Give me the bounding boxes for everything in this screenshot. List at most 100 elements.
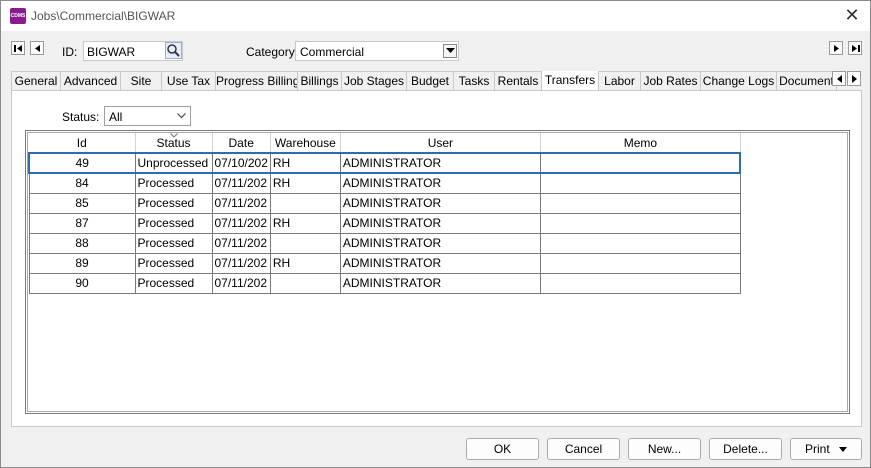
category-label: Category: <box>246 45 299 59</box>
title-bar: CDMS Jobs\Commercial\BIGWAR ✕ <box>1 1 870 31</box>
cell-warehouse: RH <box>269 252 341 274</box>
category-dropdown-button[interactable] <box>443 44 457 58</box>
tab-scroll-left-button[interactable] <box>832 71 846 86</box>
cell-warehouse <box>269 272 341 294</box>
cell-status: Processed <box>134 192 213 214</box>
tab-job-rates[interactable]: Job Rates <box>640 71 701 90</box>
cell-warehouse: RH <box>269 212 341 234</box>
table-row[interactable]: 90 Processed 07/11/202 ADMINISTRATOR <box>28 272 741 294</box>
cell-memo <box>539 192 741 214</box>
tab-scroll-right-button[interactable] <box>847 71 861 86</box>
chevron-down-icon <box>446 48 455 53</box>
cell-date: 07/11/202 <box>211 172 271 194</box>
cell-status: Processed <box>134 212 213 234</box>
cell-date: 07/11/202 <box>211 252 271 274</box>
table-row[interactable]: 87 Processed 07/11/202 RH ADMINISTRATOR <box>28 212 741 234</box>
cell-warehouse <box>269 192 341 214</box>
cell-warehouse: RH <box>269 152 341 174</box>
cell-date: 07/11/202 <box>211 232 271 254</box>
scroll-right-icon <box>852 75 857 83</box>
first-record-icon <box>14 45 22 52</box>
column-header-memo[interactable]: Memo <box>540 133 741 154</box>
transfers-grid-body: Id Status Date Warehouse User Memo 49 Un… <box>27 132 848 412</box>
next-record-icon <box>834 45 839 52</box>
cell-id: 89 <box>28 252 136 274</box>
column-header-user[interactable]: User <box>340 133 541 154</box>
cell-date: 07/11/202 <box>211 272 271 294</box>
tab-advanced[interactable]: Advanced <box>60 71 121 90</box>
magnifier-icon <box>167 44 180 57</box>
tab-site[interactable]: Site <box>120 71 162 90</box>
scroll-left-icon <box>837 75 842 83</box>
close-icon[interactable]: ✕ <box>844 6 860 24</box>
cell-status: Processed <box>134 232 213 254</box>
transfers-grid[interactable]: Id Status Date Warehouse User Memo 49 Un… <box>25 130 850 414</box>
cell-date: 07/10/202 <box>211 152 271 174</box>
category-value: Commercial <box>300 45 365 59</box>
column-header-id[interactable]: Id <box>29 133 136 154</box>
chevron-down-icon <box>177 113 186 119</box>
cell-warehouse <box>269 232 341 254</box>
category-select[interactable]: Commercial <box>295 41 459 61</box>
cell-user: ADMINISTRATOR <box>339 252 541 274</box>
cell-id: 88 <box>28 232 136 254</box>
column-header-date[interactable]: Date <box>212 133 271 154</box>
cell-status: Processed <box>134 172 213 194</box>
cell-status: Unprocessed <box>134 152 213 174</box>
tab-documents[interactable]: Document <box>776 71 837 90</box>
id-lookup-button[interactable] <box>165 42 182 59</box>
column-header-status[interactable]: Status <box>135 133 213 154</box>
tab-labor[interactable]: Labor <box>598 71 641 90</box>
next-record-button[interactable] <box>829 41 843 55</box>
ok-button[interactable]: OK <box>466 438 539 460</box>
table-row[interactable]: 85 Processed 07/11/202 ADMINISTRATOR <box>28 192 741 214</box>
cell-id: 49 <box>28 152 136 174</box>
dialog-window: CDMS Jobs\Commercial\BIGWAR ✕ ID: BIGWAR… <box>0 0 871 468</box>
delete-button[interactable]: Delete... <box>709 438 782 460</box>
window-title: Jobs\Commercial\BIGWAR <box>31 9 176 23</box>
cell-id: 84 <box>28 172 136 194</box>
status-filter-select[interactable]: All <box>104 106 191 126</box>
tab-change-logs[interactable]: Change Logs <box>700 71 777 90</box>
transfers-table: Id Status Date Warehouse User Memo 49 Un… <box>28 133 742 294</box>
cell-date: 07/11/202 <box>211 192 271 214</box>
tab-use-tax[interactable]: Use Tax <box>161 71 216 90</box>
cell-user: ADMINISTRATOR <box>339 192 541 214</box>
tab-general[interactable]: General <box>11 71 61 90</box>
tab-billings[interactable]: Billings <box>297 71 342 90</box>
cell-memo <box>539 232 741 254</box>
tab-job-stages[interactable]: Job Stages <box>341 71 407 90</box>
app-logo-icon: CDMS <box>10 8 26 24</box>
table-row[interactable]: 84 Processed 07/11/202 RH ADMINISTRATOR <box>28 172 741 194</box>
table-row[interactable]: 88 Processed 07/11/202 ADMINISTRATOR <box>28 232 741 254</box>
chevron-down-icon <box>839 447 848 453</box>
cancel-button[interactable]: Cancel <box>547 438 620 460</box>
tab-rentals[interactable]: Rentals <box>494 71 542 90</box>
last-record-button[interactable] <box>848 41 862 55</box>
previous-record-button[interactable] <box>30 41 44 55</box>
cell-user: ADMINISTRATOR <box>339 172 541 194</box>
tab-progress-billing[interactable]: Progress Billing <box>215 71 298 90</box>
new-button[interactable]: New... <box>628 438 701 460</box>
cell-user: ADMINISTRATOR <box>339 232 541 254</box>
cell-warehouse: RH <box>269 172 341 194</box>
tab-transfers[interactable]: Transfers <box>541 71 599 90</box>
table-row[interactable]: 49 Unprocessed 07/10/202 RH ADMINISTRATO… <box>28 152 742 174</box>
cell-status: Processed <box>134 252 213 274</box>
status-filter-label: Status: <box>62 110 100 124</box>
column-header-warehouse[interactable]: Warehouse <box>270 133 341 154</box>
cell-user: ADMINISTRATOR <box>339 272 541 294</box>
first-record-button[interactable] <box>11 41 25 55</box>
table-row[interactable]: 89 Processed 07/11/202 RH ADMINISTRATOR <box>28 252 741 274</box>
cell-memo <box>539 172 741 194</box>
sort-indicator-icon <box>169 133 178 138</box>
id-label: ID: <box>62 45 78 59</box>
cell-user: ADMINISTRATOR <box>339 152 541 174</box>
tab-tasks[interactable]: Tasks <box>453 71 495 90</box>
tab-budget[interactable]: Budget <box>406 71 454 90</box>
print-button-label: Print <box>804 442 830 456</box>
print-button[interactable]: Print <box>790 438 862 460</box>
cell-user: ADMINISTRATOR <box>339 212 541 234</box>
grid-header-row: Id Status Date Warehouse User Memo <box>29 133 741 154</box>
cell-status: Processed <box>134 272 213 294</box>
